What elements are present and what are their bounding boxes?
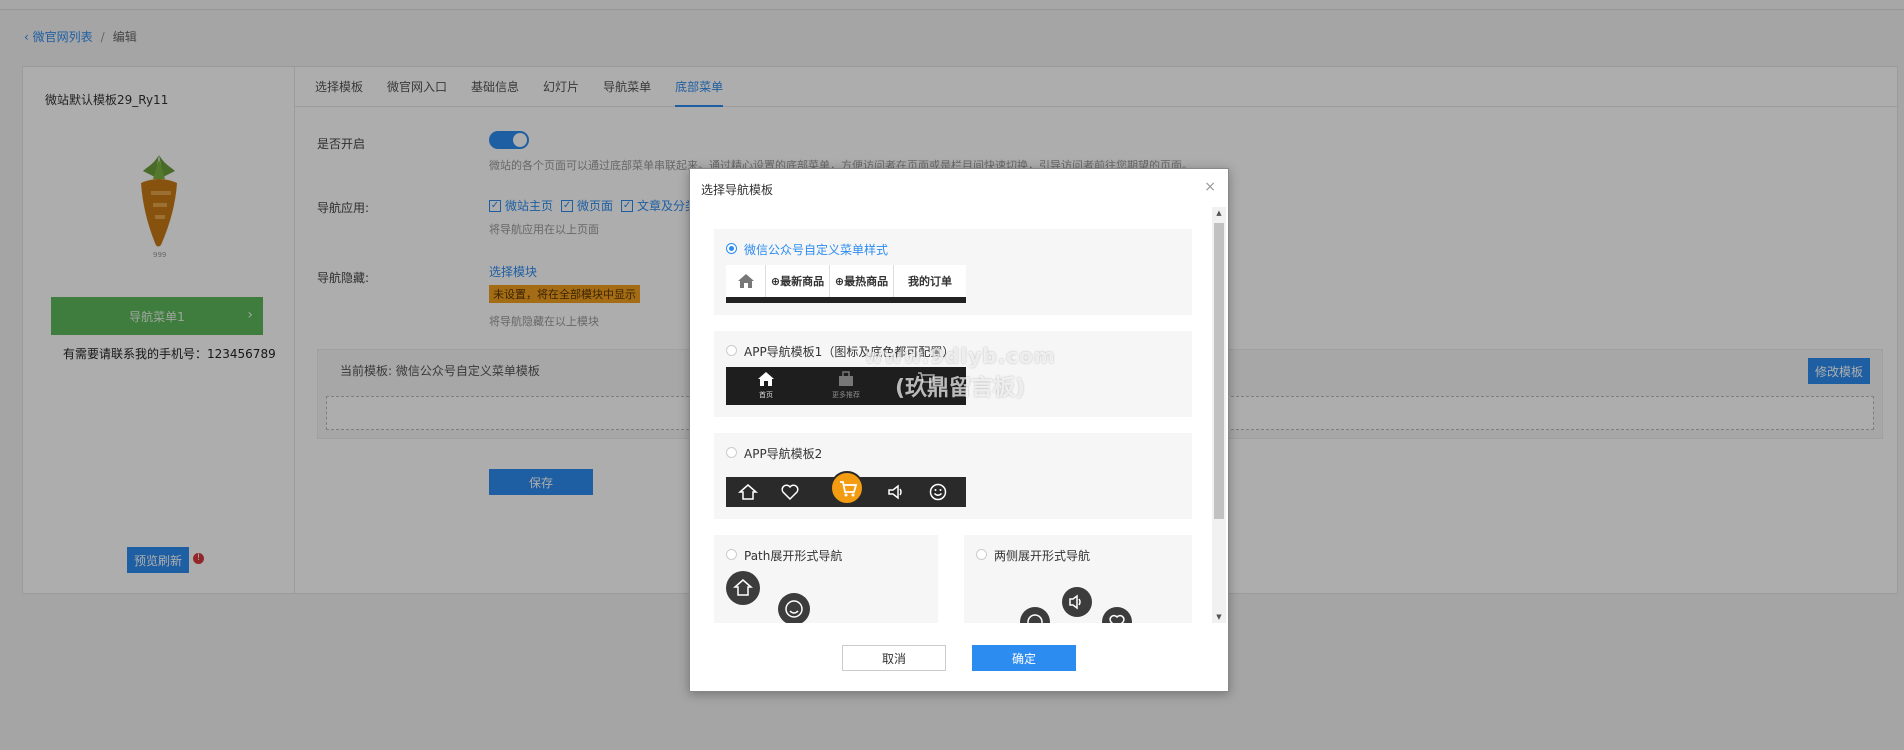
option-label: 两侧展开形式导航 xyxy=(994,549,1091,563)
smile-icon xyxy=(1020,607,1050,623)
option-label: Path展开形式导航 xyxy=(744,549,843,563)
dialog-title: 选择导航模板 xyxy=(701,183,774,197)
preview-item: ⊕最新商品 xyxy=(766,265,830,297)
app-template-1-preview: 首页 更多推荐 xyxy=(726,367,966,405)
heart-icon xyxy=(781,484,799,501)
bag-icon: 更多推荐 xyxy=(826,371,866,400)
home-icon xyxy=(726,571,760,605)
preview-item: ⊕最热商品 xyxy=(830,265,894,297)
home-icon: 首页 xyxy=(746,371,786,400)
home-icon xyxy=(726,265,766,297)
confirm-button[interactable]: 确定 xyxy=(972,645,1076,671)
app-template-2-preview xyxy=(726,471,966,507)
option-label: APP导航模板1（图标及底色都可配置） xyxy=(744,345,955,359)
smile-icon xyxy=(929,483,947,501)
close-icon[interactable]: × xyxy=(1204,179,1216,195)
cart-icon xyxy=(830,471,864,505)
option-app-template-1[interactable]: APP导航模板1（图标及底色都可配置） 首页 更多推荐 xyxy=(714,331,1192,417)
radio-selected[interactable] xyxy=(726,243,737,254)
preview-item: 更多推荐 xyxy=(832,391,860,399)
dialog-body: 微信公众号自定义菜单样式 ⊕最新商品 ⊕最热商品 我的订单 APP导航模板1（图… xyxy=(690,205,1230,623)
cancel-button[interactable]: 取消 xyxy=(842,645,946,671)
radio-unselected[interactable] xyxy=(726,549,737,560)
scroll-up-icon[interactable]: ▲ xyxy=(1212,207,1226,219)
option-wechat-menu[interactable]: 微信公众号自定义菜单样式 ⊕最新商品 ⊕最热商品 我的订单 xyxy=(714,229,1192,315)
heart-icon xyxy=(1102,607,1132,623)
smile-icon xyxy=(778,593,810,623)
radio-unselected[interactable] xyxy=(726,345,737,356)
radio-unselected[interactable] xyxy=(976,549,987,560)
preview-item: 首页 xyxy=(759,391,773,399)
speaker-icon xyxy=(1062,587,1092,617)
home-icon xyxy=(738,484,758,500)
select-nav-template-dialog: 选择导航模板 × 微信公众号自定义菜单样式 ⊕最新商品 ⊕最热商品 我的订单 A… xyxy=(689,168,1229,692)
preview-item: 我的订单 xyxy=(908,275,952,288)
option-app-template-2[interactable]: APP导航模板2 xyxy=(714,433,1192,519)
option-label: APP导航模板2 xyxy=(744,447,823,461)
cart-icon xyxy=(906,371,946,390)
radio-unselected[interactable] xyxy=(726,447,737,458)
scroll-thumb[interactable] xyxy=(1214,223,1224,519)
option-two-side-nav[interactable]: 两侧展开形式导航 xyxy=(964,535,1192,623)
speaker-icon xyxy=(888,484,902,500)
option-label: 微信公众号自定义菜单样式 xyxy=(744,243,889,257)
wechat-menu-preview: ⊕最新商品 ⊕最热商品 我的订单 xyxy=(726,265,966,303)
option-path-nav[interactable]: Path展开形式导航 xyxy=(714,535,938,623)
scroll-down-icon[interactable]: ▼ xyxy=(1212,611,1226,623)
dialog-scrollbar[interactable]: ▲ ▼ xyxy=(1212,207,1226,623)
